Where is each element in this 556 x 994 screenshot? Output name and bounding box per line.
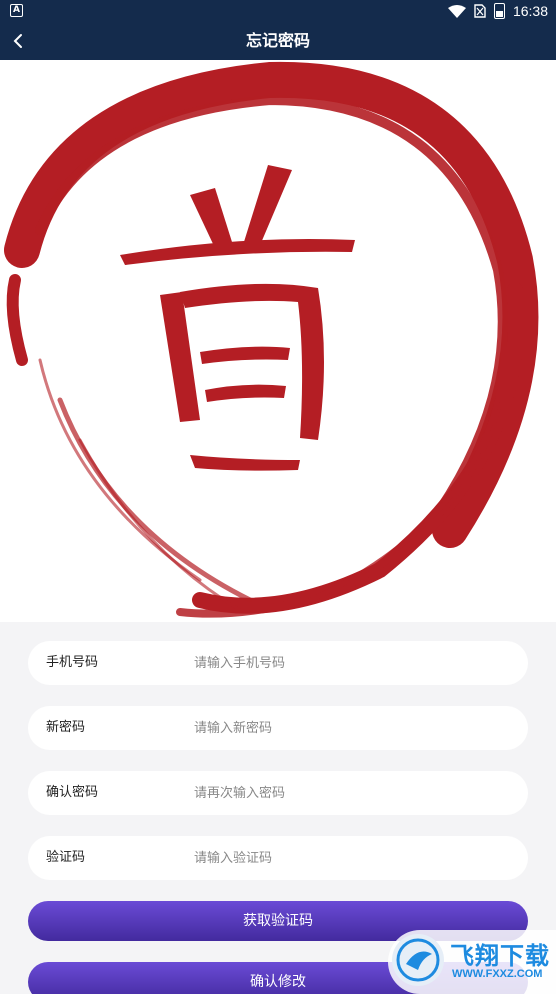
status-bar: A 16:38 — [0, 0, 556, 22]
hero-banner — [0, 60, 556, 622]
watermark: 飞翔下载 WWW.FXXZ.COM — [388, 930, 556, 994]
new-password-label: 新密码 — [46, 720, 86, 735]
wifi-icon — [447, 4, 466, 18]
verification-code-input[interactable] — [194, 845, 504, 871]
sim-icon — [474, 4, 486, 18]
confirm-password-label: 确认密码 — [46, 785, 99, 800]
confirm-password-input[interactable] — [194, 780, 504, 806]
watermark-url: WWW.FXXZ.COM — [452, 968, 543, 980]
new-password-field: 新密码 — [28, 706, 528, 750]
watermark-logo-icon — [392, 934, 444, 986]
verification-code-label: 验证码 — [46, 850, 86, 865]
watermark-title: 飞翔下载 — [450, 942, 550, 970]
page-title: 忘记密码 — [245, 31, 310, 50]
phone-label: 手机号码 — [46, 655, 99, 670]
clock: 16:38 — [512, 3, 548, 19]
phone-input[interactable] — [194, 650, 504, 676]
battery-icon — [493, 3, 505, 19]
confirm-password-field: 确认密码 — [28, 771, 528, 815]
phone-field: 手机号码 — [28, 641, 528, 685]
brush-seal-logo — [4, 61, 539, 618]
new-password-input[interactable] — [194, 715, 504, 741]
notification-icon: A — [10, 4, 23, 17]
verification-code-field: 验证码 — [28, 836, 528, 880]
nav-bar: 忘记密码 — [0, 22, 556, 60]
